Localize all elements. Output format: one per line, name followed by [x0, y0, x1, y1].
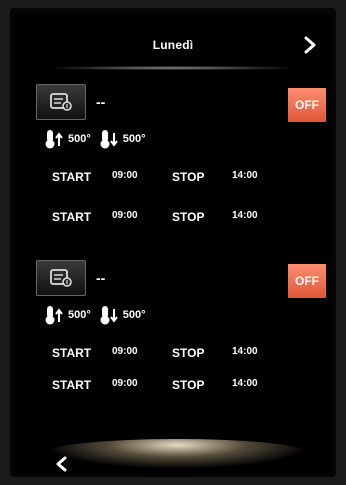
chevron-right-icon [304, 36, 316, 54]
footer-divider [42, 439, 312, 469]
stop-time[interactable]: 14:00 [232, 170, 258, 181]
stop-label: STOP [172, 210, 205, 224]
program-settings-button[interactable] [36, 260, 86, 296]
program-name: -- [96, 94, 106, 110]
thermometer-down-icon [100, 130, 118, 149]
temperature-row: 500° 500° [44, 304, 154, 326]
start-time[interactable]: 09:00 [112, 170, 138, 181]
previous-day-button[interactable] [52, 454, 72, 474]
start-time[interactable]: 09:00 [112, 210, 138, 221]
thermometer-down-icon [100, 306, 118, 325]
header-divider [52, 66, 292, 70]
start-label: START [52, 378, 92, 392]
next-day-button[interactable] [300, 34, 320, 56]
header: Lunedì [14, 14, 332, 70]
off-toggle-button[interactable]: OFF [288, 264, 326, 298]
screen: Lunedì -- OFF 500° 500° START 09:00 STOP… [14, 14, 332, 474]
stop-label: STOP [172, 170, 205, 184]
thermometer-up-icon [45, 130, 63, 149]
start-label: START [52, 210, 92, 224]
temp-down-value: 500° [122, 133, 146, 145]
program-settings-icon [50, 269, 72, 287]
stop-label: STOP [172, 346, 205, 360]
chevron-left-icon [56, 456, 67, 472]
day-title: Lunedì [152, 38, 194, 52]
program-settings-icon [50, 93, 72, 111]
start-label: START [52, 170, 92, 184]
program-name: -- [96, 270, 106, 286]
program-block-1: -- OFF 500° 500° START 09:00 STOP 14:00 [14, 84, 332, 234]
temperature-row: 500° 500° [44, 128, 154, 150]
temp-down-value: 500° [122, 309, 146, 321]
stop-time[interactable]: 14:00 [232, 346, 258, 357]
start-label: START [52, 346, 92, 360]
program-block-2: -- OFF 500° 500° START 09:00 STOP 14:00 [14, 260, 332, 410]
program-settings-button[interactable] [36, 84, 86, 120]
off-toggle-button[interactable]: OFF [288, 88, 326, 122]
stop-time[interactable]: 14:00 [232, 378, 258, 389]
thermometer-up-icon [45, 306, 63, 325]
start-time[interactable]: 09:00 [112, 346, 138, 357]
temp-up-value: 500° [68, 133, 91, 145]
start-time[interactable]: 09:00 [112, 378, 138, 389]
temp-up-value: 500° [68, 309, 91, 321]
stop-label: STOP [172, 378, 205, 392]
stop-time[interactable]: 14:00 [232, 210, 258, 221]
